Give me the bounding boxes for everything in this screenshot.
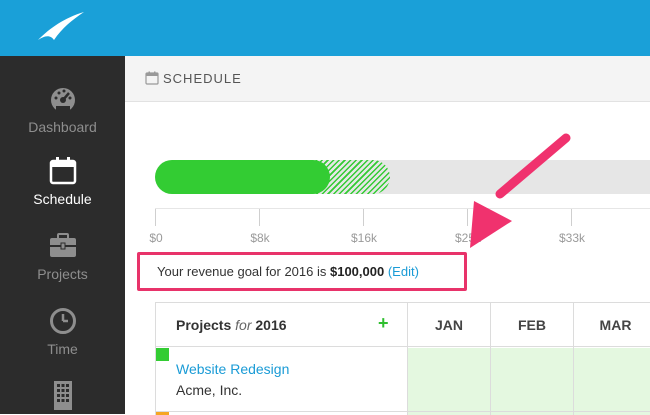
building-icon [53,381,72,410]
month-cell[interactable] [491,348,573,415]
month-cell[interactable] [574,348,650,415]
projects-heading: Projects for 2016 [176,317,287,333]
axis-line [155,208,650,209]
briefcase-icon [49,233,76,257]
axis-tick [155,208,156,226]
revenue-progress-bar [155,160,650,194]
sidebar-item-time[interactable]: Time [0,306,125,357]
projects-column: Projects for 2016 + Website Redesign Acm… [155,303,408,415]
edit-goal-link[interactable]: (Edit) [388,264,419,279]
axis-tick [467,208,468,226]
sidebar-item-projects[interactable]: Projects [0,231,125,282]
top-bar [0,0,650,56]
sidebar: Dashboard Schedule Projects Time [0,56,125,414]
projects-heading-label: Projects [176,317,232,333]
revenue-goal-prefix: Your revenue goal for 2016 is [157,264,330,279]
gauge-icon [50,88,75,112]
axis-tick [571,208,572,226]
axis-tick [259,208,260,226]
sidebar-item-label: Schedule [33,191,92,207]
projects-heading-year: 2016 [255,317,287,333]
revenue-goal-callout: Your revenue goal for 2016 is $100,000 (… [137,252,467,291]
revenue-goal-text: Your revenue goal for 2016 is $100,000 (… [157,264,419,279]
sidebar-item-schedule[interactable]: Schedule [0,156,125,207]
booked-revenue-fill [155,160,330,194]
schedule-grid: JAN FEB MAR Projects for 2016 + Website … [155,302,650,415]
sidebar-item-label: Projects [37,266,88,282]
projects-heading-for: for [235,317,252,333]
axis-tick-label: $33k [558,231,586,245]
sidebar-item-dashboard[interactable]: Dashboard [0,84,125,135]
page-header: SCHEDULE [125,56,650,102]
axis-tick-label: $16k [350,231,378,245]
project-name-link[interactable]: Website Redesign [176,361,289,377]
row-divider [155,411,650,412]
axis-tick-label: $0 [149,231,163,245]
axis-tick-label: $25k [454,231,482,245]
main-content: SCHEDULE $0 $8k $16k $25k $33k Your reve… [125,56,650,415]
project-color-marker [156,348,169,361]
revenue-goal-amount: $100,000 [329,264,385,279]
clock-icon [49,308,76,334]
axis-tick [363,208,364,226]
month-cell[interactable] [408,348,490,415]
axis-tick-label: $8k [250,231,270,245]
sidebar-item-label: Dashboard [28,119,97,135]
add-project-button[interactable]: + [378,313,389,334]
logo-icon[interactable] [36,10,86,44]
calendar-icon [145,71,159,85]
sidebar-item-label: Time [47,341,78,357]
project-client: Acme, Inc. [176,382,243,398]
sidebar-item-clients[interactable] [0,380,125,415]
calendar-icon [49,157,76,185]
page-title: SCHEDULE [163,71,242,86]
